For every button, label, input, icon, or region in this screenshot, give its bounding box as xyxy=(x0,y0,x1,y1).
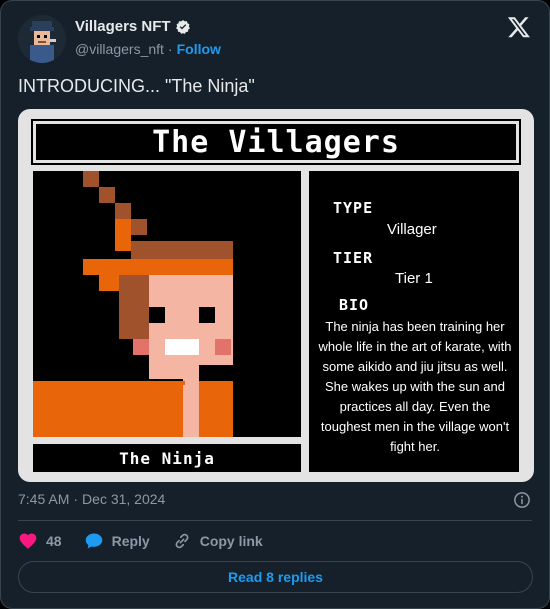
tier-label: TIER xyxy=(333,249,374,267)
tweet-time: 7:45 AM xyxy=(18,491,70,507)
type-label: TYPE xyxy=(333,199,374,217)
bio-label: BIO xyxy=(339,296,370,314)
handle-row: @villagers_nft · Follow xyxy=(75,41,221,57)
tweet-card: Villagers NFT @villagers_nft · Follow IN… xyxy=(0,0,550,609)
author-name-row: Villagers NFT xyxy=(75,18,191,35)
character-caption: The Ninja xyxy=(33,444,301,472)
follow-button[interactable]: Follow xyxy=(177,41,221,57)
link-icon xyxy=(175,533,189,549)
ninja-character-icon xyxy=(33,171,301,437)
timestamp[interactable]: 7:45 AM · Dec 31, 2024 xyxy=(18,491,165,507)
tweet-media-image[interactable]: The Villagers The Ninja TYPE Villager TI… xyxy=(18,109,534,482)
copy-link-button[interactable]: Copy link xyxy=(172,531,263,551)
display-name[interactable]: Villagers NFT xyxy=(75,18,171,35)
like-count: 48 xyxy=(46,533,62,549)
separator-dot: · xyxy=(73,491,79,507)
pixel-villager-avatar-icon xyxy=(18,15,66,63)
heart-icon xyxy=(19,533,37,549)
card-title-bar: The Villagers xyxy=(31,119,521,165)
reply-button[interactable]: Reply xyxy=(84,531,150,551)
tweet-date: Dec 31, 2024 xyxy=(82,491,166,507)
tweet-text: INTRODUCING... "The Ninja" xyxy=(18,76,255,96)
divider xyxy=(18,520,532,521)
avatar[interactable] xyxy=(18,15,66,63)
x-logo-icon[interactable] xyxy=(507,15,531,39)
read-replies-button[interactable]: Read 8 replies xyxy=(18,561,533,593)
reply-label: Reply xyxy=(111,533,150,549)
action-bar: 48 Reply Copy link xyxy=(18,531,285,551)
verified-badge-icon xyxy=(175,19,190,34)
speech-bubble-icon xyxy=(85,533,102,549)
character-info-panel: TYPE Villager TIER Tier 1 BIO The ninja … xyxy=(309,171,519,472)
info-icon[interactable] xyxy=(513,491,531,509)
handle[interactable]: @villagers_nft xyxy=(75,41,164,57)
type-value: Villager xyxy=(387,221,437,238)
bio-text: The ninja has been training her whole li… xyxy=(318,319,512,454)
copy-link-label: Copy link xyxy=(199,533,263,549)
tier-value: Tier 1 xyxy=(395,270,433,287)
separator-dot: · xyxy=(167,41,173,57)
card-title: The Villagers xyxy=(152,124,400,160)
ninja-pixel-art xyxy=(33,171,301,437)
like-button[interactable]: 48 xyxy=(18,531,62,551)
